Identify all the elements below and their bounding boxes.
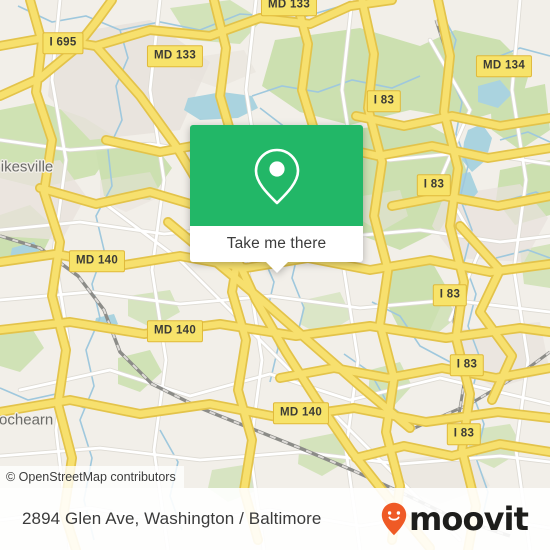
map-screen: Pikesville Lochearn MD 133 I 695 MD 133 MD 1…	[0, 0, 550, 550]
bottom-bar: 2894 Glen Ave, Washington / Baltimore mo…	[0, 488, 550, 550]
popup-tail	[265, 262, 288, 273]
highway-shield: I 83	[449, 354, 485, 376]
highway-shield: MD 140	[68, 250, 126, 272]
highway-shield: I 83	[432, 284, 468, 306]
highway-shield: MD 140	[272, 402, 330, 424]
highway-shield: MD 140	[146, 320, 204, 342]
moovit-logo[interactable]: moovit	[381, 500, 529, 538]
map-place-label: Pikesville	[0, 158, 54, 176]
popup-header	[190, 125, 363, 226]
highway-shield: I 695	[42, 32, 84, 54]
location-pin-icon	[254, 148, 299, 204]
popup-cta-bar[interactable]: Take me there	[190, 226, 363, 262]
highway-shield: MD 133	[146, 45, 204, 67]
highway-shield: MD 133	[260, 0, 318, 16]
highway-shield: I 83	[366, 90, 402, 112]
moovit-smiley-pin-icon	[381, 502, 407, 536]
highway-shield: I 83	[416, 174, 452, 196]
destination-popup-card[interactable]: Take me there	[190, 125, 363, 273]
attribution-text: © OpenStreetMap contributors	[6, 470, 176, 484]
map-attribution[interactable]: © OpenStreetMap contributors	[0, 466, 184, 488]
address-label: 2894 Glen Ave, Washington / Baltimore	[22, 509, 322, 528]
highway-shield: I 83	[446, 423, 482, 445]
highway-shield: MD 134	[475, 55, 533, 77]
map-place-label: Lochearn	[0, 411, 54, 429]
take-me-there-label: Take me there	[226, 235, 327, 252]
moovit-wordmark: moovit	[408, 500, 529, 538]
